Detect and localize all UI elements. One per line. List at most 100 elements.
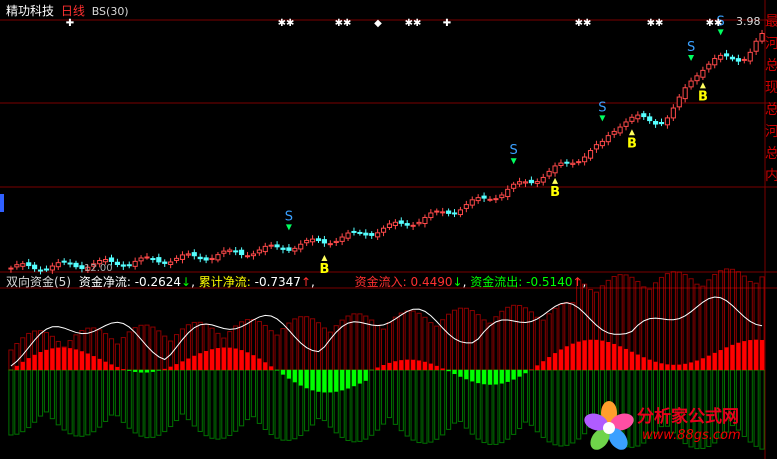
top-price-label: 3.98: [736, 15, 761, 28]
outflow-outline-bar: [173, 369, 180, 422]
net-inflow-bar: [677, 364, 682, 370]
inflow-outline-bar: [280, 328, 286, 371]
net-inflow-bar: [671, 364, 676, 370]
cumulative-flow-line: [10, 296, 763, 367]
candle-body: [108, 257, 115, 262]
candle-body: [617, 126, 623, 134]
outflow-outline-bar: [138, 369, 144, 437]
outflow-outline-bar: [91, 369, 97, 433]
candle-body: [14, 264, 20, 268]
net-inflow-bar: [736, 342, 741, 370]
outflow-outline-bar: [239, 369, 245, 427]
outflow-outline-bar: [233, 369, 239, 432]
outflow-outline-bar: [197, 369, 203, 432]
net-inflow-bar: [635, 354, 640, 370]
candle-body: [32, 264, 38, 270]
net-outflow-bar: [144, 370, 150, 373]
inflow-outline-bar: [516, 304, 523, 371]
outflow-outline-bar: [552, 369, 558, 446]
candle-body: [20, 263, 26, 267]
stock-name[interactable]: 精功科技: [6, 4, 54, 18]
inflow-outline-bar: [534, 316, 540, 371]
net-inflow-bar: [56, 347, 61, 370]
inflow-outline-bar: [463, 307, 469, 371]
period-label[interactable]: 日线: [61, 4, 85, 18]
net-inflow-bar: [665, 364, 670, 370]
net-inflow-bar: [162, 368, 167, 370]
candle-body: [422, 216, 428, 225]
candle-body: [428, 212, 434, 219]
candle-body: [339, 236, 345, 242]
sell-arrow: [717, 29, 724, 36]
net-inflow-bar: [180, 361, 185, 370]
net-inflow-bar: [541, 361, 546, 370]
outflow-outline-bar: [185, 369, 191, 421]
net-inflow-bar: [440, 368, 445, 370]
net-inflow-bar: [251, 355, 256, 370]
net-inflow-bar: [227, 347, 232, 370]
net-outflow-bar: [275, 370, 280, 371]
outflow-outline-bar: [570, 369, 576, 444]
net-inflow-bar: [62, 347, 67, 370]
candle-body: [653, 121, 659, 125]
outflow-outline-bar: [43, 369, 50, 413]
net-inflow-bar: [204, 350, 209, 370]
top-marker: ✱✱: [575, 18, 592, 29]
net-inflow-bar: [79, 351, 84, 370]
candle-body: [558, 162, 564, 167]
outflow-outline-bar: [49, 369, 55, 420]
net-inflow-bar: [68, 348, 73, 370]
inflow-outline-bar: [304, 316, 310, 371]
outflow-outline-bar: [546, 369, 552, 443]
outflow-outline-bar: [516, 369, 523, 430]
candle-body: [168, 261, 174, 265]
inflow-outline-bar: [428, 322, 434, 371]
inflow-outline-bar: [292, 318, 298, 371]
net-inflow-bar: [109, 364, 114, 370]
inflow-outline-bar: [694, 283, 700, 371]
net-inflow-bar: [215, 348, 221, 370]
candle-body: [582, 156, 588, 163]
net-outflow-bar: [298, 370, 303, 386]
inflow-outline-bar: [451, 309, 458, 371]
candle-body: [227, 249, 233, 253]
candle-body: [162, 261, 168, 264]
sell-arrow: [510, 158, 517, 165]
net-inflow-bar: [263, 362, 268, 370]
candle-body: [546, 170, 552, 177]
outflow-outline-bar: [564, 369, 570, 446]
candle-body: [144, 256, 150, 259]
inflow-arrow: ↓: [452, 275, 463, 289]
outflow-outline-bar: [386, 369, 393, 419]
candle-body: [718, 54, 724, 60]
outflow-outline-bar: [20, 369, 26, 433]
outflow-outline-bar: [108, 369, 115, 416]
inflow-outline-bar: [505, 306, 511, 371]
candle-body: [156, 257, 162, 263]
candle-body: [712, 58, 718, 66]
top-marker: ✱✱: [647, 18, 664, 29]
right-edge-char: 内: [765, 168, 777, 184]
outflow-arrow: ↑: [572, 275, 583, 289]
outflow-outline-bar: [534, 369, 540, 433]
net-inflow-bar: [612, 343, 617, 370]
net-outflow-bar: [351, 370, 357, 387]
right-edge-char: 总: [765, 102, 777, 118]
candle-body: [741, 58, 747, 61]
outflow-outline-bar: [434, 369, 440, 440]
net-inflow-bar: [85, 353, 90, 370]
right-edge-char: 总: [765, 58, 777, 74]
inflow-outline-bar: [434, 325, 440, 371]
net-flow-arrow: ↓: [181, 275, 192, 289]
inflow-outline-bar: [469, 310, 475, 371]
candlestick-chart[interactable]: SSSSSBBBB✚ ✱✱ ✱✱ ◆ ✱✱ ✚ ✱✱ ✱✱ ✱✱: [0, 0, 777, 459]
cum-flow-label: 累计净流:: [198, 275, 251, 289]
outflow-outline-bar: [114, 369, 120, 417]
buy-arrow: [628, 129, 635, 136]
inflow-value: 0.4490: [410, 275, 453, 289]
net-outflow-bar: [133, 370, 138, 372]
candle-body: [564, 161, 570, 164]
candle-body: [729, 56, 736, 60]
top-marker: ✚: [443, 18, 451, 29]
net-inflow-bar: [647, 359, 652, 370]
